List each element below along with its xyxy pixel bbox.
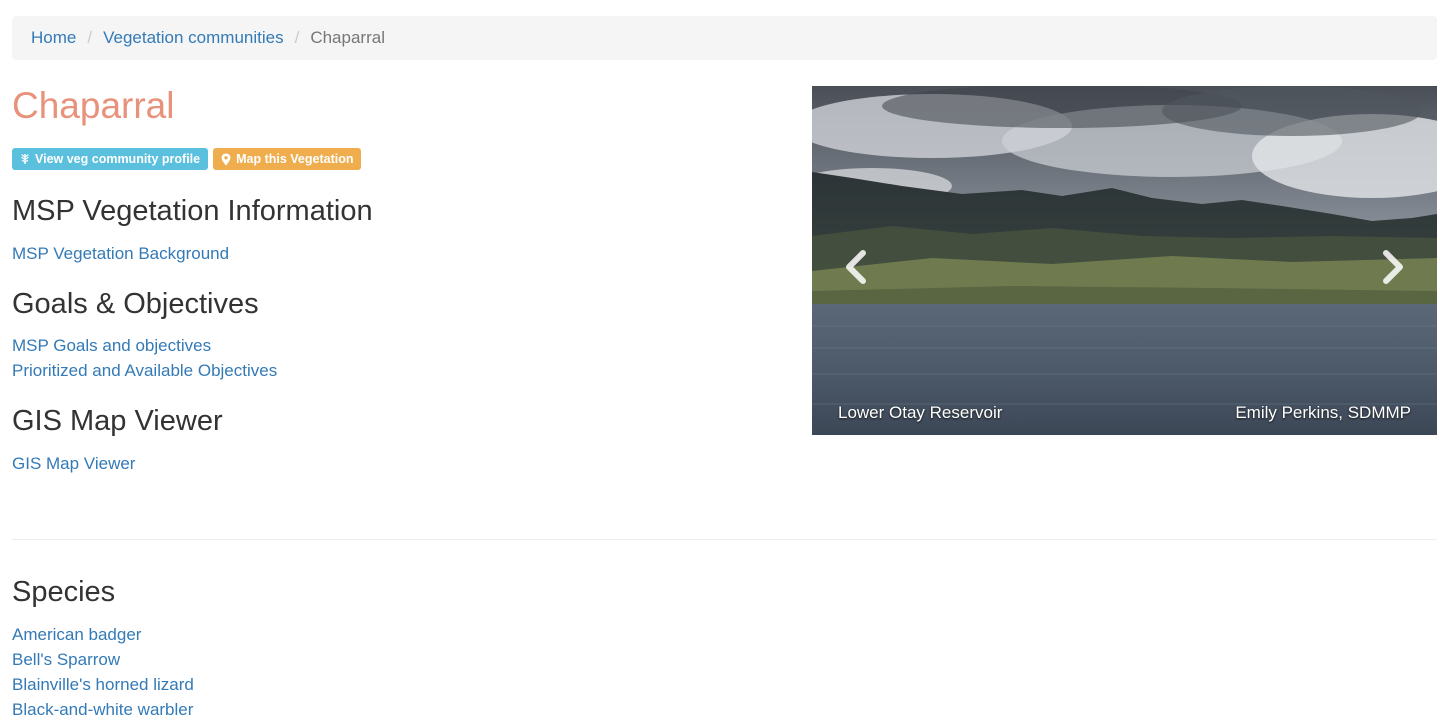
gis-map-viewer-link[interactable]: GIS Map Viewer — [12, 451, 792, 476]
landscape-photo — [812, 86, 1437, 435]
breadcrumb: Home / Vegetation communities / Chaparra… — [12, 16, 1437, 60]
goals-objectives-heading: Goals & Objectives — [12, 288, 259, 320]
carousel-caption-location: Lower Otay Reservoir — [838, 403, 1003, 422]
action-badges: View veg community profile Map this Vege… — [12, 148, 792, 170]
species-list: American badger Bell's Sparrow Blainvill… — [12, 622, 792, 722]
carousel-prev-button[interactable] — [836, 249, 876, 289]
carousel-next-button[interactable] — [1373, 249, 1413, 289]
chevron-left-icon — [843, 249, 869, 290]
photo-carousel: Lower Otay Reservoir Emily Perkins, SDMM… — [812, 86, 1437, 435]
goals-links: MSP Goals and objectives Prioritized and… — [12, 333, 792, 383]
species-link-american-badger[interactable]: American badger — [12, 622, 792, 647]
msp-vegetation-links: MSP Vegetation Background — [12, 241, 792, 266]
breadcrumb-separator: / — [294, 28, 300, 47]
gis-map-viewer-heading: GIS Map Viewer — [12, 405, 223, 437]
species-section: Species American badger Bell's Sparrow B… — [12, 575, 792, 722]
carousel-caption-credit: Emily Perkins, SDMMP — [1235, 403, 1411, 422]
page-title: Chaparral — [12, 85, 175, 126]
breadcrumb-separator: / — [87, 28, 93, 47]
species-link-blainvilles-horned-lizard[interactable]: Blainville's horned lizard — [12, 672, 792, 697]
prioritized-objectives-link[interactable]: Prioritized and Available Objectives — [12, 358, 792, 383]
main-content: Chaparral View veg community profile Map… — [12, 84, 792, 476]
breadcrumb-home[interactable]: Home — [31, 28, 76, 48]
gis-links: GIS Map Viewer — [12, 451, 792, 476]
species-link-bells-sparrow[interactable]: Bell's Sparrow — [12, 647, 792, 672]
view-profile-label: View veg community profile — [35, 152, 201, 166]
msp-goals-link[interactable]: MSP Goals and objectives — [12, 333, 792, 358]
breadcrumb-vegetation-communities[interactable]: Vegetation communities — [103, 28, 284, 48]
plant-icon — [20, 153, 30, 165]
map-vegetation-badge[interactable]: Map this Vegetation — [213, 148, 362, 170]
chevron-right-icon — [1380, 249, 1406, 290]
msp-vegetation-background-link[interactable]: MSP Vegetation Background — [12, 241, 792, 266]
map-vegetation-label: Map this Vegetation — [236, 152, 354, 166]
map-marker-icon — [221, 153, 231, 166]
species-heading: Species — [12, 576, 116, 608]
msp-vegetation-heading: MSP Vegetation Information — [12, 195, 373, 227]
view-profile-badge[interactable]: View veg community profile — [12, 148, 209, 170]
section-divider — [12, 539, 1437, 540]
breadcrumb-current: Chaparral — [310, 28, 385, 47]
species-link-black-and-white-warbler[interactable]: Black-and-white warbler — [12, 697, 792, 722]
